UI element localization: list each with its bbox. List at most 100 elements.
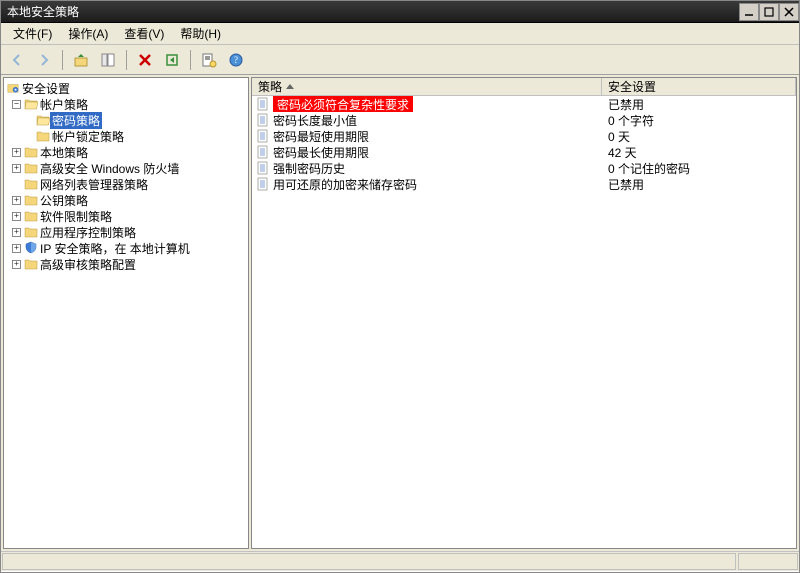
tree-label: IP 安全策略，在 本地计算机 xyxy=(38,240,192,257)
cell-security: 0 个记住的密码 xyxy=(602,160,690,177)
folder-icon xyxy=(24,194,38,206)
list-row[interactable]: 密码最短使用期限 0 天 xyxy=(252,128,796,144)
tree-panel[interactable]: 安全设置 − 帐户策略 密码策略 帐户锁定策略 + 本地策略 + xyxy=(3,77,249,549)
tree-public-key[interactable]: + 公钥策略 xyxy=(6,192,246,208)
tree-label: 帐户策略 xyxy=(38,96,90,113)
policy-text: 强制密码历史 xyxy=(273,160,345,177)
window-title: 本地安全策略 xyxy=(7,1,79,23)
export-button[interactable] xyxy=(160,48,184,72)
expand-icon[interactable]: + xyxy=(12,244,21,253)
status-pane xyxy=(2,553,736,570)
titlebar: 本地安全策略 xyxy=(1,1,799,23)
expand-icon[interactable]: + xyxy=(12,260,21,269)
folder-icon xyxy=(24,178,38,190)
tree-audit-config[interactable]: + 高级审核策略配置 xyxy=(6,256,246,272)
menubar: 文件(F) 操作(A) 查看(V) 帮助(H) xyxy=(1,23,799,45)
cell-policy: 密码最短使用期限 xyxy=(252,128,602,145)
column-header-security[interactable]: 安全设置 xyxy=(602,78,796,95)
forward-button[interactable] xyxy=(32,48,56,72)
tree-label: 帐户锁定策略 xyxy=(50,128,126,145)
list-header: 策略 安全设置 xyxy=(252,78,796,96)
up-button[interactable] xyxy=(69,48,93,72)
expand-icon[interactable]: + xyxy=(12,196,21,205)
folder-icon xyxy=(24,258,38,270)
tree-root[interactable]: 安全设置 xyxy=(6,80,246,96)
expand-icon[interactable]: + xyxy=(12,212,21,221)
policy-icon xyxy=(256,161,270,175)
tree-label: 高级安全 Windows 防火墙 xyxy=(38,160,181,177)
cell-policy: 用可还原的加密来储存密码 xyxy=(252,176,602,193)
cell-policy: 密码长度最小值 xyxy=(252,112,602,129)
policy-text: 密码最短使用期限 xyxy=(273,128,369,145)
statusbar xyxy=(1,551,799,571)
tree-software-restrict[interactable]: + 软件限制策略 xyxy=(6,208,246,224)
security-settings-icon xyxy=(6,82,20,94)
column-label: 策略 xyxy=(258,78,282,95)
cell-policy: 密码最长使用期限 xyxy=(252,144,602,161)
folder-icon xyxy=(24,146,38,158)
menu-view[interactable]: 查看(V) xyxy=(116,23,172,44)
folder-open-icon xyxy=(36,114,50,126)
shield-icon xyxy=(24,241,38,255)
minimize-button[interactable] xyxy=(739,3,759,21)
policy-icon xyxy=(256,145,270,159)
delete-button[interactable] xyxy=(133,48,157,72)
tree-label: 软件限制策略 xyxy=(38,208,114,225)
list-row[interactable]: 用可还原的加密来储存密码 已禁用 xyxy=(252,176,796,192)
policy-text: 密码长度最小值 xyxy=(273,112,357,129)
expand-icon[interactable]: + xyxy=(12,228,21,237)
maximize-button[interactable] xyxy=(759,3,779,21)
tree-label: 应用程序控制策略 xyxy=(38,224,138,241)
tree-firewall[interactable]: + 高级安全 Windows 防火墙 xyxy=(6,160,246,176)
show-hide-tree-button[interactable] xyxy=(96,48,120,72)
separator xyxy=(126,50,127,70)
tree-local-policy[interactable]: + 本地策略 xyxy=(6,144,246,160)
cell-security: 42 天 xyxy=(602,144,637,161)
tree-root-label: 安全设置 xyxy=(20,80,72,97)
cell-policy: 密码必须符合复杂性要求 xyxy=(252,96,602,112)
expand-icon[interactable]: + xyxy=(12,148,21,157)
policy-icon xyxy=(256,97,270,111)
close-button[interactable] xyxy=(779,3,799,21)
status-pane xyxy=(738,553,798,570)
separator xyxy=(190,50,191,70)
toolbar: ? xyxy=(1,45,799,75)
tree-ipsec[interactable]: + IP 安全策略，在 本地计算机 xyxy=(6,240,246,256)
list-row[interactable]: 密码必须符合复杂性要求 已禁用 xyxy=(252,96,796,112)
folder-icon xyxy=(24,226,38,238)
separator xyxy=(62,50,63,70)
cell-security: 已禁用 xyxy=(602,176,644,193)
menu-help[interactable]: 帮助(H) xyxy=(172,23,229,44)
tree-account-policy[interactable]: − 帐户策略 xyxy=(6,96,246,112)
tree-network-list[interactable]: 网络列表管理器策略 xyxy=(6,176,246,192)
policy-text: 密码必须符合复杂性要求 xyxy=(273,96,413,112)
tree-password-policy[interactable]: 密码策略 xyxy=(6,112,246,128)
list-row[interactable]: 强制密码历史 0 个记住的密码 xyxy=(252,160,796,176)
sort-asc-icon xyxy=(286,84,294,89)
list-row[interactable]: 密码最长使用期限42 天 xyxy=(252,144,796,160)
cell-security: 0 天 xyxy=(602,128,630,145)
policy-icon xyxy=(256,177,270,191)
tree-app-control[interactable]: + 应用程序控制策略 xyxy=(6,224,246,240)
menu-action[interactable]: 操作(A) xyxy=(60,23,116,44)
cell-policy: 强制密码历史 xyxy=(252,160,602,177)
column-label: 安全设置 xyxy=(608,78,656,95)
list-rows[interactable]: 密码必须符合复杂性要求已禁用密码长度最小值0 个字符密码最短使用期限0 天密码最… xyxy=(252,96,796,548)
policy-icon xyxy=(256,129,270,143)
policy-text: 用可还原的加密来储存密码 xyxy=(273,176,417,193)
expand-icon[interactable]: + xyxy=(12,164,21,173)
help-button[interactable]: ? xyxy=(224,48,248,72)
collapse-icon[interactable]: − xyxy=(12,100,21,109)
menu-file[interactable]: 文件(F) xyxy=(5,23,60,44)
policy-icon xyxy=(256,113,270,127)
properties-button[interactable] xyxy=(197,48,221,72)
main-area: 安全设置 − 帐户策略 密码策略 帐户锁定策略 + 本地策略 + xyxy=(1,75,799,551)
list-row[interactable]: 密码长度最小值0 个字符 xyxy=(252,112,796,128)
folder-icon xyxy=(24,162,38,174)
tree-lockout-policy[interactable]: 帐户锁定策略 xyxy=(6,128,246,144)
tree-label: 网络列表管理器策略 xyxy=(38,176,150,193)
back-button[interactable] xyxy=(5,48,29,72)
cell-security: 已禁用 xyxy=(602,96,644,113)
column-header-policy[interactable]: 策略 xyxy=(252,78,602,95)
list-panel: 策略 安全设置 密码必须符合复杂性要求已禁用密码长度最小值0 个字符密码最短使用… xyxy=(251,77,797,549)
